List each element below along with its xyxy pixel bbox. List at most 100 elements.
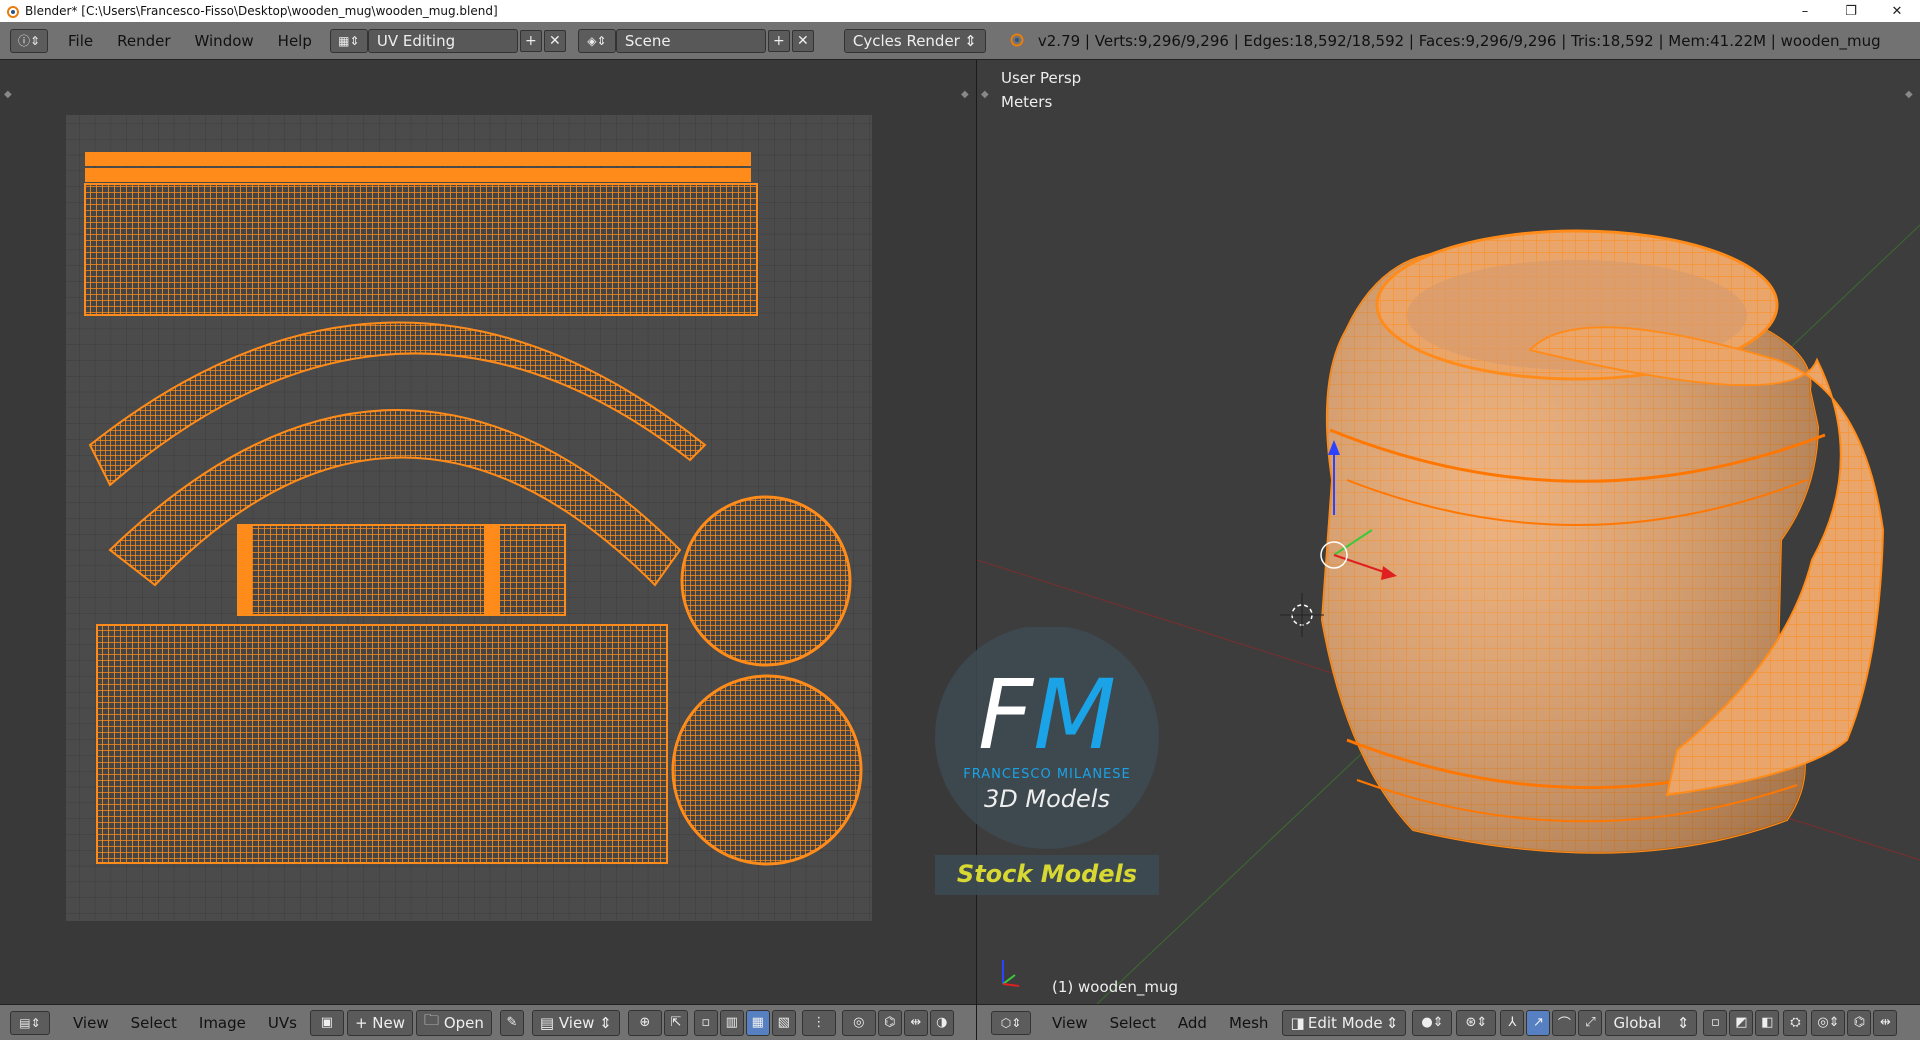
open-image-button[interactable]: 🗀 Open [416,1009,492,1036]
pivot-icon[interactable]: ⊕ [627,1009,662,1036]
remove-scene-button[interactable]: ✕ [791,29,814,52]
orientation-label: Global [1613,1013,1662,1032]
face-select-icon[interactable]: ▦ [745,1009,770,1036]
add-layout-button[interactable]: + [519,29,542,52]
menu-file[interactable]: File [56,32,105,50]
render-engine-select[interactable]: Cycles Render ⇕ [843,28,986,53]
watermark-initial-f: F [977,659,1034,771]
panel-corner-icon[interactable]: ◆ [981,89,989,100]
scene-icon: ◈ [587,33,597,48]
browse-image-button[interactable]: ▣ [309,1009,344,1036]
window-title: Blender* [C:\Users\Francesco-Fisso\Deskt… [25,4,498,18]
snap-toggle-icon[interactable]: ⌬ [1847,1009,1872,1036]
info-icon: ⓘ [17,34,30,48]
edge-select-icon[interactable]: ▥ [719,1009,744,1036]
3d-menu-add[interactable]: Add [1167,1014,1218,1032]
uv-menu-view[interactable]: View [62,1014,120,1032]
render-icon[interactable]: ◑ [929,1009,954,1036]
limit-selection-icon[interactable]: ⛭ [1783,1009,1808,1036]
open-image-label: Open [443,1013,484,1032]
scene-field[interactable]: Scene [615,28,766,53]
proportional-edit-icon[interactable]: ◎⇕ [1811,1009,1846,1036]
image-editor-icon: ▤ [19,1015,31,1030]
uv-island-strip-top [85,152,751,166]
manipulator-toggle-icon[interactable]: ⅄ [1500,1009,1525,1036]
blender-icon [1008,31,1024,51]
menu-window[interactable]: Window [183,32,266,50]
plus-icon: + [773,32,785,49]
panel-corner-icon[interactable]: ◆ [1905,89,1913,100]
screen-layout-icon-button[interactable]: ▦ ⇕ [329,28,368,53]
image-icon: ▣ [320,1015,334,1030]
x-icon: ✕ [797,32,809,49]
vertex-select-mode-icon[interactable]: ▫ [1703,1009,1728,1036]
plus-icon: + [354,1013,368,1032]
remove-layout-button[interactable]: ✕ [543,29,566,52]
menu-render[interactable]: Render [105,32,182,50]
translate-manipulator-icon[interactable]: ↗ [1526,1009,1551,1036]
units-label: Meters [1001,93,1053,111]
window-titlebar: Blender* [C:\Users\Francesco-Fisso\Deskt… [0,0,1920,22]
edit-mode-icon: ◨ [1290,1013,1305,1032]
new-image-button[interactable]: + New [346,1009,414,1036]
restore-button[interactable]: ❐ [1828,0,1874,22]
x-icon: ✕ [549,32,561,49]
folder-icon: 🗀 [424,1011,440,1029]
mode-select[interactable]: ◨ Edit Mode ⇕ [1282,1009,1407,1036]
watermark-name: FRANCESCO MILANESE [963,767,1131,782]
3d-menu-mesh[interactable]: Mesh [1218,1014,1280,1032]
menu-help[interactable]: Help [266,32,324,50]
watermark-initials: FM [933,665,1161,765]
editor-type-uv-button[interactable]: ▤ ⇕ [10,1010,50,1035]
sync-selection-icon[interactable]: ⇱ [663,1009,688,1036]
plus-icon: + [525,32,537,49]
editor-type-3d-button[interactable]: ⬡ ⇕ [991,1010,1031,1035]
close-window-button[interactable]: ✕ [1874,0,1920,22]
uv-island-circle-top [680,495,852,667]
3d-menu-select[interactable]: Select [1099,1014,1167,1032]
3d-menu-view[interactable]: View [1041,1014,1099,1032]
updown-arrow-icon: ⇕ [1676,1013,1690,1032]
uv-island-body [96,624,668,864]
vertex-select-icon[interactable]: ▫ [693,1009,718,1036]
new-image-label: New [372,1013,406,1032]
view-perspective-label: User Persp [1001,69,1082,87]
uv-editor-header: ▤ ⇕ View Select Image UVs ▣ + New 🗀 Open … [0,1004,976,1040]
screen-layout-field[interactable]: UV Editing [367,28,518,53]
minimize-button[interactable]: – [1782,0,1828,22]
scene-icon-button[interactable]: ◈ ⇕ [577,28,616,53]
proportional-edit-icon[interactable]: ◎ [841,1009,876,1036]
uv-menu-image[interactable]: Image [188,1014,257,1032]
rotate-manipulator-icon[interactable]: ⌒ [1552,1009,1577,1036]
uv-menu-select[interactable]: Select [120,1014,188,1032]
add-scene-button[interactable]: + [767,29,790,52]
uv-image-editor[interactable]: ◆ ◆ [0,60,976,1004]
uv-canvas[interactable]: ◆ ◆ [0,60,976,1004]
face-select-mode-icon[interactable]: ◧ [1755,1009,1780,1036]
panel-corner-icon[interactable]: ◆ [4,89,12,100]
snap-element-icon[interactable]: ⇹ [903,1009,928,1036]
pin-icon[interactable]: ✎ [499,1009,524,1036]
scale-manipulator-icon[interactable]: ⤢ [1578,1009,1603,1036]
pivot-point-icon[interactable]: ⊛⇕ [1456,1009,1497,1036]
snap-target-icon[interactable]: ⇹ [1873,1009,1898,1036]
editor-type-info-button[interactable]: ⓘ ⇕ [10,28,48,53]
layout-grid-icon: ▦ [338,33,350,48]
active-object-label: (1) wooden_mug [1052,978,1179,996]
snap-icon[interactable]: ⌬ [877,1009,902,1036]
uv-view-mode-select[interactable]: ▤ View ⇕ [531,1009,620,1036]
mini-axis-icon [1002,960,1020,987]
view-mode-icon: ▤ [539,1013,555,1032]
blender-logo-icon [5,4,19,18]
uv-island-handle [237,524,566,616]
island-select-icon[interactable]: ▧ [771,1009,796,1036]
transform-orientation-select[interactable]: Global ⇕ [1605,1009,1698,1036]
watermark-initial-m: M [1033,659,1117,771]
edge-select-mode-icon[interactable]: ◩ [1729,1009,1754,1036]
uv-island-strip [85,168,751,182]
uv-menu-uvs[interactable]: UVs [257,1014,308,1032]
sticky-select-icon[interactable]: ⋮ [801,1009,836,1036]
viewport-shading-icon[interactable]: ●⇕ [1412,1009,1453,1036]
updown-arrow-icon: ⇕ [1385,1013,1399,1032]
panel-corner-icon[interactable]: ◆ [961,89,969,100]
